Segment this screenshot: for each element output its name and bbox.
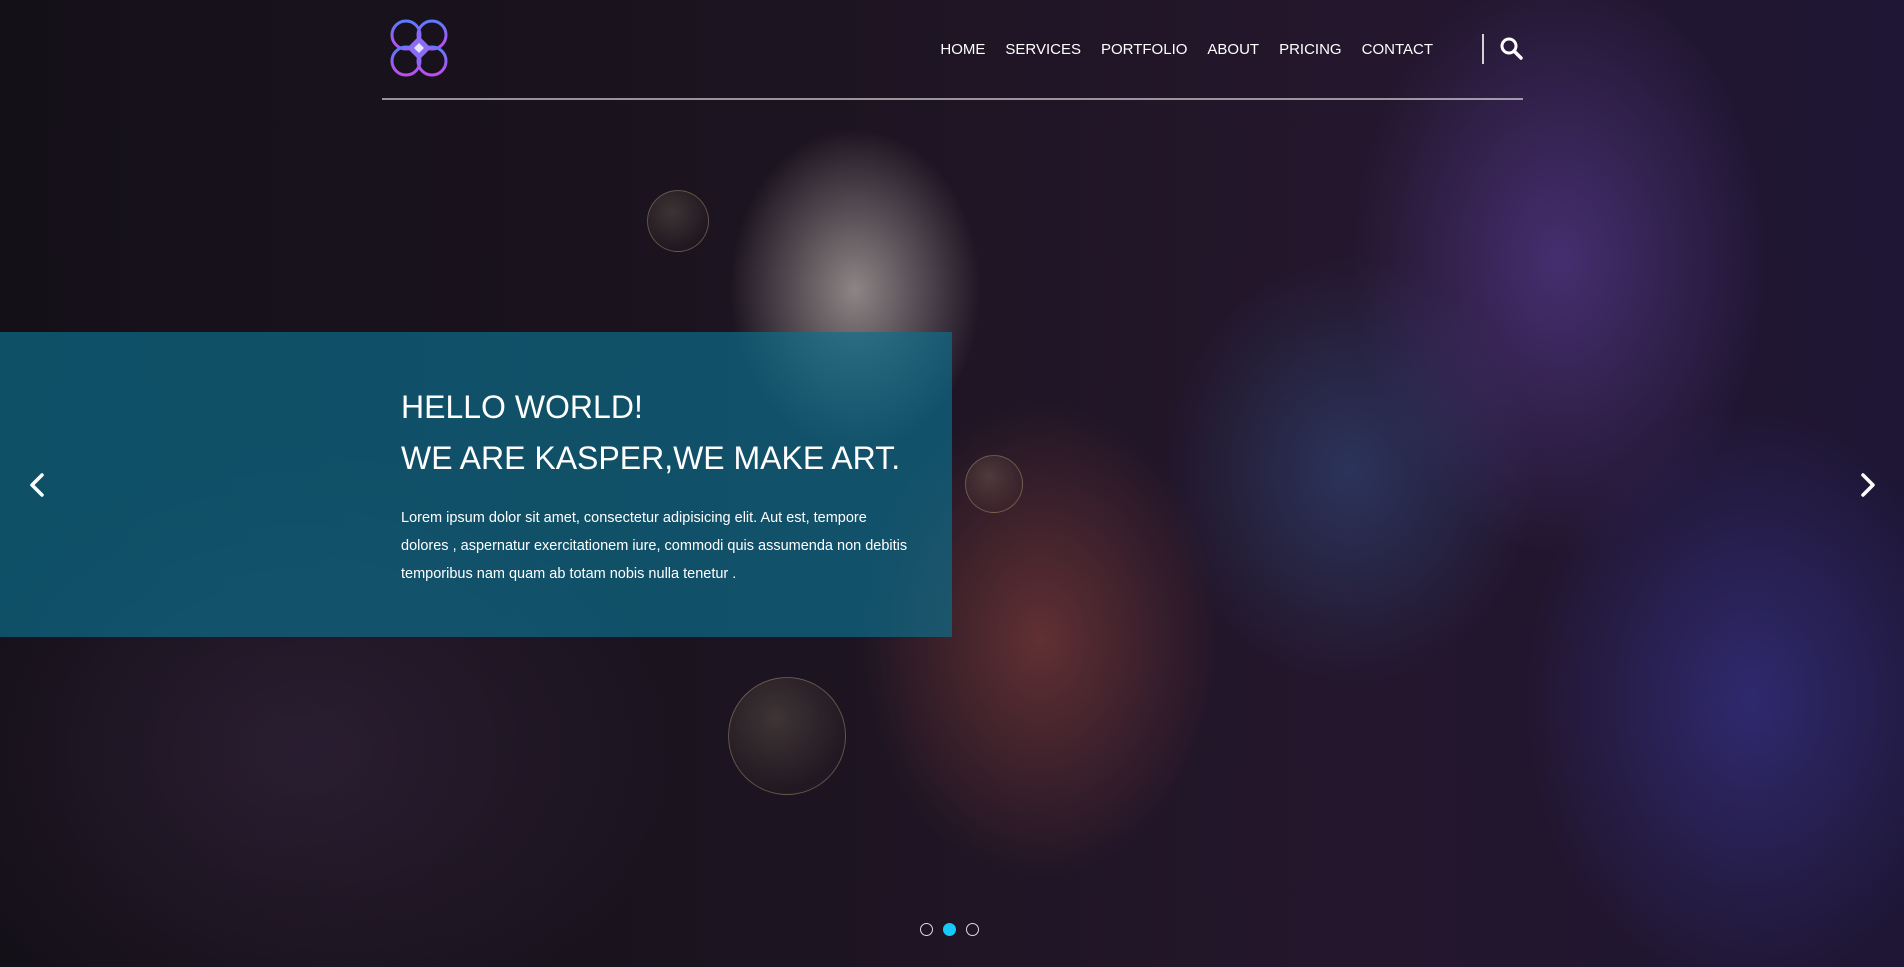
slide-indicator-1[interactable] — [920, 923, 933, 936]
bubble-decoration — [728, 677, 846, 795]
slide-indicator-2[interactable] — [943, 923, 956, 936]
slide-caption: HELLO WORLD! WE ARE KASPER,WE MAKE ART. … — [0, 332, 952, 637]
hero-slider: HOME SERVICES PORTFOLIO ABOUT PRICING CO… — [0, 0, 1904, 967]
slide-indicator-3[interactable] — [966, 923, 979, 936]
bubble-decoration — [965, 455, 1023, 513]
slide-indicators — [920, 923, 979, 936]
nav-item-label: CONTACT — [1361, 40, 1433, 58]
slide-description: Lorem ipsum dolor sit amet, consectetur … — [401, 510, 908, 582]
nav-item-label: HOME — [940, 40, 986, 58]
nav-item-contact[interactable]: CONTACT — [1352, 0, 1443, 98]
nav-item-label: ABOUT — [1207, 40, 1260, 58]
nav-divider — [1482, 34, 1484, 64]
nav-item-label: PORTFOLIO — [1101, 40, 1188, 58]
nav-item-about[interactable]: ABOUT — [1197, 0, 1269, 98]
main-nav: HOME SERVICES PORTFOLIO ABOUT PRICING CO… — [930, 0, 1443, 98]
search-icon[interactable] — [1499, 36, 1523, 60]
nav-item-label: PRICING — [1279, 40, 1342, 58]
nav-item-services[interactable]: SERVICES — [995, 0, 1091, 98]
kasper-logo-icon[interactable] — [387, 18, 451, 78]
nav-item-home[interactable]: HOME — [930, 0, 995, 98]
slide-title: HELLO WORLD! — [401, 389, 643, 425]
site-header: HOME SERVICES PORTFOLIO ABOUT PRICING CO… — [382, 0, 1523, 100]
nav-item-portfolio[interactable]: PORTFOLIO — [1091, 0, 1197, 98]
nav-item-label: SERVICES — [1005, 40, 1081, 58]
nav-item-pricing[interactable]: PRICING — [1269, 0, 1352, 98]
slide-subtitle: WE ARE KASPER,WE MAKE ART. — [401, 440, 901, 476]
chevron-right-icon[interactable] — [1852, 470, 1882, 500]
chevron-left-icon[interactable] — [23, 470, 53, 500]
bubble-decoration — [647, 190, 709, 252]
